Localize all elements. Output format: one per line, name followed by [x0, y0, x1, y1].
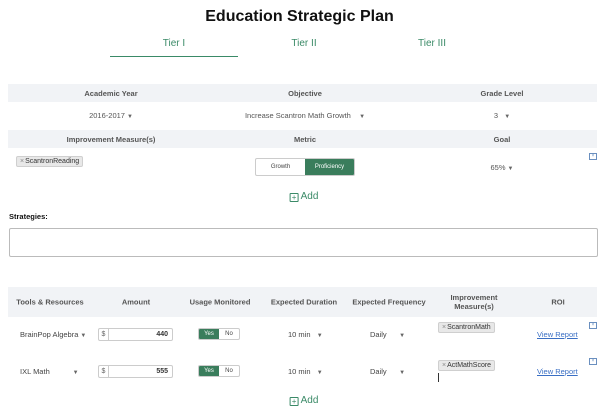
currency-label: $ — [99, 329, 109, 340]
plus-icon: + — [289, 397, 299, 406]
duration-select[interactable]: 10 min ▼ — [288, 367, 323, 376]
duration-value: 10 min — [288, 330, 311, 339]
add-resource-button[interactable]: + Add — [289, 395, 319, 406]
page-title: Education Strategic Plan — [205, 8, 394, 25]
measure-tag-label: ScantronMath — [447, 324, 491, 331]
objective-value: Increase Scantron Math Growth — [244, 111, 351, 120]
objective-select[interactable]: Increase Scantron Math Growth ▼ — [245, 111, 365, 120]
usage-toggle[interactable]: Yes No — [198, 328, 240, 340]
chevron-down-icon: ▼ — [316, 370, 323, 376]
chevron-down-icon: ▼ — [399, 333, 406, 339]
grade-level-select[interactable]: 3 ▼ — [494, 111, 510, 120]
frequency-select[interactable]: Daily ▼ — [370, 330, 405, 339]
chevron-down-icon: ▼ — [126, 114, 133, 120]
academic-year-header: Academic Year — [84, 89, 138, 98]
currency-label: $ — [99, 366, 109, 377]
tool-value: BrainPop Algebra — [20, 330, 79, 339]
add-measure-button[interactable]: + Add — [289, 191, 319, 202]
usage-no-option[interactable]: No — [219, 329, 239, 339]
chevron-down-icon: ▼ — [316, 333, 323, 339]
amount-input[interactable]: $ 440 — [98, 328, 173, 341]
remove-tag-icon[interactable]: × — [20, 158, 24, 165]
strategies-label: Strategies: — [9, 212, 48, 221]
usage-yes-option[interactable]: Yes — [199, 329, 219, 339]
tab-tier-3[interactable]: Tier III — [368, 38, 496, 57]
chevron-down-icon: ▼ — [72, 370, 79, 376]
metric-proficiency-option[interactable]: Proficiency — [305, 159, 354, 175]
measure-tag[interactable]: ×ActMathScore — [438, 360, 496, 371]
view-report-link[interactable]: View Report — [537, 330, 578, 339]
measure-header-row: Improvement Measure(s) Metric Goal — [8, 130, 597, 148]
usage-no-option[interactable]: No — [219, 366, 239, 376]
frequency-value: Daily — [370, 330, 387, 339]
amount-header: Amount — [121, 297, 151, 307]
duration-select[interactable]: 10 min ▼ — [288, 330, 323, 339]
grade-level-value: 3 — [493, 111, 499, 120]
chevron-down-icon: ▼ — [399, 370, 406, 376]
duration-header: Expected Duration — [270, 297, 338, 307]
view-report-link[interactable]: View Report — [537, 367, 578, 376]
goal-header: Goal — [493, 135, 511, 144]
chevron-down-icon: ▼ — [507, 166, 514, 172]
frequency-select[interactable]: Daily ▼ — [370, 367, 405, 376]
usage-toggle[interactable]: Yes No — [198, 365, 240, 377]
tool-value: IXL Math — [20, 367, 50, 376]
amount-input[interactable]: $ 555 — [98, 365, 173, 378]
duration-value: 10 min — [288, 367, 311, 376]
academic-year-select[interactable]: 2016-2017 ▼ — [89, 111, 133, 120]
remove-tag-icon[interactable]: × — [442, 324, 446, 331]
chevron-down-icon: ▼ — [80, 333, 87, 339]
tool-select[interactable]: BrainPop Algebra ▼ — [20, 330, 86, 339]
grade-level-header: Grade Level — [480, 89, 524, 98]
frequency-header: Expected Frequency — [352, 297, 426, 307]
remove-row-icon[interactable]: × — [589, 153, 597, 160]
usage-header: Usage Monitored — [189, 297, 251, 307]
plan-header-row: Academic Year Objective Grade Level — [8, 84, 597, 102]
metric-growth-option[interactable]: Growth — [256, 159, 305, 175]
measure-header: Improvement Measure(s) — [450, 293, 498, 311]
tier-tabs: Tier I Tier II Tier III — [110, 38, 490, 58]
remove-row-icon[interactable]: × — [589, 322, 597, 329]
add-resource-label: Add — [300, 395, 319, 406]
tools-header: Tools & Resources — [16, 297, 84, 307]
resources-table-header: Tools & Resources Amount Usage Monitored… — [8, 287, 597, 317]
chevron-down-icon: ▼ — [359, 114, 366, 120]
roi-header: ROI — [551, 297, 565, 307]
measure-tag-label: ScantronReading — [25, 158, 80, 165]
measure-tag[interactable]: ×ScantronReading — [16, 156, 84, 167]
improvement-measure-header: Improvement Measure(s) — [66, 135, 156, 144]
usage-yes-option[interactable]: Yes — [199, 366, 219, 376]
frequency-value: Daily — [370, 367, 387, 376]
metric-toggle[interactable]: Growth Proficiency — [255, 158, 355, 176]
remove-row-icon[interactable]: × — [589, 358, 597, 365]
academic-year-value: 2016-2017 — [89, 111, 125, 120]
goal-value: 65% — [490, 163, 506, 172]
objective-header: Objective — [288, 89, 322, 98]
tab-tier-2[interactable]: Tier II — [240, 38, 368, 57]
strategies-textarea[interactable] — [9, 228, 598, 257]
plus-icon: + — [289, 193, 299, 202]
goal-select[interactable]: 65% ▼ — [491, 163, 514, 172]
tab-tier-1[interactable]: Tier I — [110, 38, 238, 57]
chevron-down-icon: ▼ — [504, 114, 511, 120]
amount-value: 555 — [156, 368, 168, 375]
remove-tag-icon[interactable]: × — [442, 362, 446, 369]
add-measure-label: Add — [300, 191, 319, 202]
measure-tag[interactable]: ×ScantronMath — [438, 322, 495, 333]
metric-header: Metric — [293, 135, 317, 144]
amount-value: 440 — [156, 331, 168, 338]
measure-tag-label: ActMathScore — [447, 362, 492, 369]
text-cursor — [438, 373, 439, 382]
tool-select[interactable]: IXL Math ▼ — [20, 367, 79, 376]
